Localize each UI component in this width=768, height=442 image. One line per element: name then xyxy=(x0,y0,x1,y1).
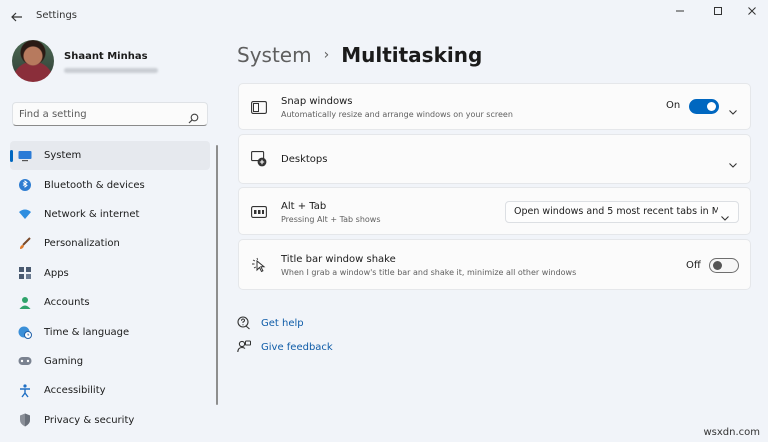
apps-icon xyxy=(18,266,32,280)
card-title: Snap windows xyxy=(281,96,353,107)
sidebar-item-label: Gaming xyxy=(44,355,84,367)
sidebar-item-personalization[interactable]: Personalization xyxy=(10,229,210,258)
help-chat-icon xyxy=(237,316,251,330)
monitor-icon xyxy=(18,149,32,163)
shake-toggle-state: Off xyxy=(686,260,701,271)
sidebar-nav: System Bluetooth & devices Network & int… xyxy=(10,141,210,435)
sidebar-item-label: Apps xyxy=(44,267,69,279)
snap-windows-card[interactable]: Snap windows Automatically resize and ar… xyxy=(238,83,751,130)
toggle-knob xyxy=(713,261,722,270)
avatar[interactable] xyxy=(12,40,54,82)
alt-tab-icon xyxy=(251,204,267,220)
breadcrumb: System › Multitasking xyxy=(237,41,482,69)
bluetooth-icon xyxy=(18,178,32,192)
sidebar-item-label: System xyxy=(44,150,82,162)
sidebar-item-system[interactable]: System xyxy=(10,141,210,171)
card-title: Title bar window shake xyxy=(281,254,396,265)
chevron-down-icon[interactable] xyxy=(728,102,738,115)
sidebar-item-label: Accounts xyxy=(44,297,90,309)
alt-tab-card: Alt + Tab Pressing Alt + Tab shows Open … xyxy=(238,187,751,235)
minimize-icon xyxy=(676,10,684,12)
sidebar-scrollbar[interactable] xyxy=(216,145,218,405)
snap-layout-icon xyxy=(251,99,267,115)
breadcrumb-parent[interactable]: System xyxy=(237,43,312,67)
chevron-down-icon[interactable] xyxy=(728,155,738,168)
card-title: Desktops xyxy=(281,154,328,165)
sidebar-item-label: Accessibility xyxy=(44,385,106,397)
sidebar-item-label: Personalization xyxy=(44,238,120,250)
brush-icon xyxy=(18,237,32,251)
sidebar-item-label: Privacy & security xyxy=(44,414,135,426)
sidebar-item-bluetooth[interactable]: Bluetooth & devices xyxy=(10,170,210,199)
title-bar: Settings xyxy=(0,0,768,32)
sidebar-item-time-language[interactable]: Time & language xyxy=(10,317,210,346)
minimize-button[interactable] xyxy=(668,4,692,18)
give-feedback-link[interactable]: Give feedback xyxy=(237,339,333,355)
user-email-blurred xyxy=(64,68,158,73)
sidebar-item-privacy-security[interactable]: Privacy & security xyxy=(10,406,210,435)
card-description: When I grab a window's title bar and sha… xyxy=(281,268,577,277)
get-help-label[interactable]: Get help xyxy=(261,318,304,329)
card-title: Alt + Tab xyxy=(281,201,327,212)
dropdown-selected-value: Open windows and 5 most recent tabs in M xyxy=(514,206,718,217)
get-help-link[interactable]: Get help xyxy=(237,315,304,331)
snap-windows-toggle[interactable] xyxy=(689,99,719,114)
app-title: Settings xyxy=(36,10,78,21)
sidebar-item-label: Bluetooth & devices xyxy=(44,179,145,191)
sidebar-item-network[interactable]: Network & internet xyxy=(10,200,210,229)
title-bar-shake-toggle[interactable] xyxy=(709,258,739,273)
feedback-icon xyxy=(237,340,251,354)
title-bar-shake-card: Title bar window shake When I grab a win… xyxy=(238,239,751,290)
user-name: Shaant Minhas xyxy=(64,51,148,62)
card-description: Pressing Alt + Tab shows xyxy=(281,215,381,224)
watermark: wsxdn.com xyxy=(703,427,760,438)
sidebar-item-accounts[interactable]: Accounts xyxy=(10,288,210,317)
maximize-icon xyxy=(714,7,722,15)
search-input[interactable] xyxy=(19,107,179,122)
sidebar-item-accessibility[interactable]: Accessibility xyxy=(10,376,210,405)
search-box[interactable] xyxy=(12,102,208,126)
wifi-icon xyxy=(18,207,32,221)
accessibility-icon xyxy=(18,384,32,398)
chevron-down-icon xyxy=(720,208,730,221)
shield-icon xyxy=(18,413,32,427)
back-arrow-icon[interactable] xyxy=(10,9,24,23)
controller-icon xyxy=(18,354,32,368)
cursor-shake-icon xyxy=(251,257,267,273)
search-icon[interactable] xyxy=(188,109,199,124)
snap-toggle-state: On xyxy=(666,100,681,111)
sidebar-item-label: Time & language xyxy=(44,326,130,338)
alt-tab-dropdown[interactable]: Open windows and 5 most recent tabs in M xyxy=(505,201,739,223)
desktops-card[interactable]: Desktops xyxy=(238,134,751,184)
close-icon xyxy=(748,7,756,15)
maximize-button[interactable] xyxy=(706,4,730,18)
sidebar-item-gaming[interactable]: Gaming xyxy=(10,347,210,376)
page-title: Multitasking xyxy=(341,43,483,67)
toggle-knob xyxy=(707,102,716,111)
sidebar-item-label: Network & internet xyxy=(44,208,140,220)
breadcrumb-separator: › xyxy=(323,47,330,63)
sidebar-item-apps[interactable]: Apps xyxy=(10,259,210,288)
globe-clock-icon xyxy=(18,325,32,340)
desktops-icon xyxy=(251,151,267,167)
give-feedback-label[interactable]: Give feedback xyxy=(261,342,333,353)
person-icon xyxy=(18,296,32,310)
close-button[interactable] xyxy=(740,4,764,18)
card-description: Automatically resize and arrange windows… xyxy=(281,110,513,119)
